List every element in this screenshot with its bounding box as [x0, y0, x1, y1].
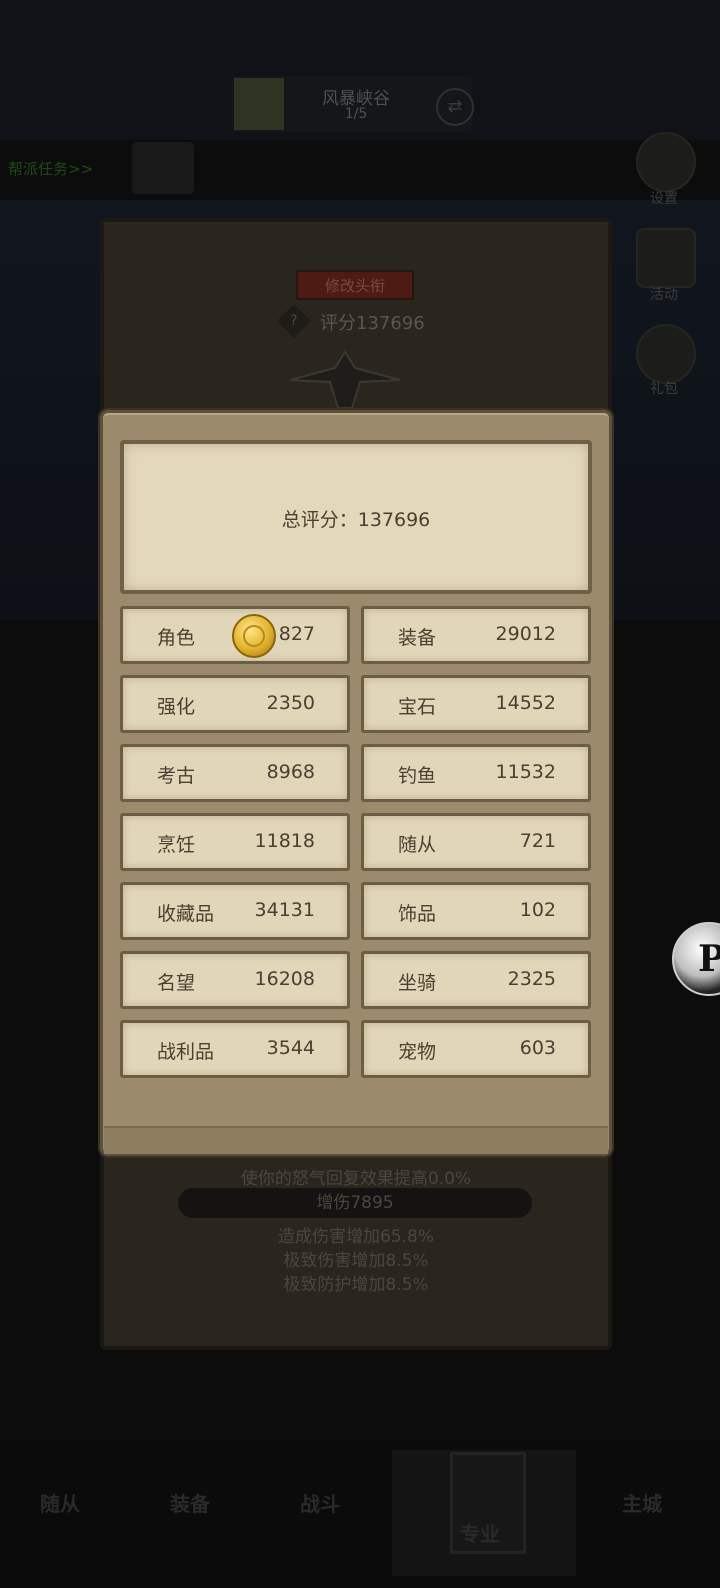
- cell-label: 随从: [398, 834, 437, 856]
- damage-increase-text: 造成伤害增加65.8%: [277, 1227, 434, 1247]
- task-box[interactable]: [132, 142, 194, 194]
- cell-label: 战利品: [157, 1041, 215, 1063]
- side-label-events: 活动: [650, 287, 678, 303]
- cell-value: 34131: [254, 899, 315, 921]
- score-cell-pet: 宠物 603: [361, 1020, 591, 1078]
- score-cell-trophies: 战利品 3544: [120, 1020, 350, 1078]
- cell-label: 坐骑: [398, 972, 437, 994]
- cell-label: 名望: [157, 972, 196, 994]
- cell-value: 16208: [254, 968, 315, 990]
- rage-regen-text: 使你的怒气回复效果提高0.0%: [240, 1169, 472, 1189]
- cell-label: 考古: [157, 765, 196, 787]
- damage-bonus-badge: 增伤7895: [178, 1188, 532, 1218]
- cell-label: 宝石: [398, 696, 437, 718]
- extreme-defense-text: 极致防护增加8.5%: [283, 1275, 429, 1295]
- cell-value: 11532: [495, 761, 556, 783]
- cell-value: 102: [519, 899, 556, 921]
- total-score-label: 总评分：137696: [281, 509, 431, 531]
- score-cell-followers: 随从 721: [361, 813, 591, 871]
- score-cell-reputation: 名望 16208: [120, 951, 350, 1009]
- gift-icon[interactable]: [636, 324, 696, 384]
- score-cell-accessories: 饰品 102: [361, 882, 591, 940]
- gear-icon[interactable]: [636, 132, 696, 192]
- gold-coin-icon: [232, 614, 276, 658]
- cell-value: 2350: [266, 692, 315, 714]
- bottom-nav: [0, 1440, 720, 1588]
- side-label-gifts: 礼包: [650, 381, 678, 397]
- nav-equipment[interactable]: 装备: [170, 1488, 210, 1517]
- cell-label: 烹饪: [157, 834, 196, 856]
- score-cell-gem: 宝石 14552: [361, 675, 591, 733]
- floating-assistant-button[interactable]: P: [672, 922, 720, 996]
- cell-value: 721: [519, 830, 556, 852]
- score-cell-enhance: 强化 2350: [120, 675, 350, 733]
- side-label-settings: 设置: [650, 191, 678, 207]
- cell-label: 饰品: [398, 903, 437, 925]
- score-cell-fishing: 钓鱼 11532: [361, 744, 591, 802]
- nav-followers[interactable]: 随从: [40, 1488, 80, 1517]
- cell-value: 29012: [495, 623, 556, 645]
- modal-bottom-lip: [104, 1126, 608, 1154]
- nav-battle[interactable]: 战斗: [300, 1488, 340, 1517]
- cell-value: 2325: [507, 968, 556, 990]
- cell-label: 钓鱼: [398, 765, 437, 787]
- score-cell-equipment: 装备 29012: [361, 606, 591, 664]
- score-cell-archaeology: 考古 8968: [120, 744, 350, 802]
- cell-value: 8968: [266, 761, 315, 783]
- score-cell-mount: 坐骑 2325: [361, 951, 591, 1009]
- edit-title-button[interactable]: 修改头衔: [296, 270, 414, 300]
- cell-label: 装备: [398, 627, 437, 649]
- stage-progress: 1/5: [344, 106, 368, 122]
- cell-value: 14552: [495, 692, 556, 714]
- cell-label: 角色: [157, 627, 196, 649]
- cell-value: 827: [278, 623, 315, 645]
- score-cell-collectibles: 收藏品 34131: [120, 882, 350, 940]
- nav-profession[interactable]: 专业: [460, 1518, 500, 1547]
- cell-value: 3544: [266, 1037, 315, 1059]
- cell-value: 11818: [254, 830, 315, 852]
- cell-value: 603: [519, 1037, 556, 1059]
- cell-label: 收藏品: [157, 903, 215, 925]
- stage-thumbnail: [234, 78, 284, 130]
- cell-label: 宠物: [398, 1041, 437, 1063]
- task-link[interactable]: 帮派任务>>: [8, 158, 93, 179]
- extreme-damage-text: 极致伤害增加8.5%: [283, 1251, 429, 1271]
- score-label: 评分137696: [320, 313, 425, 334]
- nav-main-city[interactable]: 主城: [622, 1488, 662, 1517]
- cell-label: 强化: [157, 696, 196, 718]
- calendar-icon[interactable]: [636, 228, 696, 288]
- swap-icon[interactable]: ⇄: [436, 88, 474, 126]
- crest-icon: [289, 350, 401, 409]
- score-cell-cooking: 烹饪 11818: [120, 813, 350, 871]
